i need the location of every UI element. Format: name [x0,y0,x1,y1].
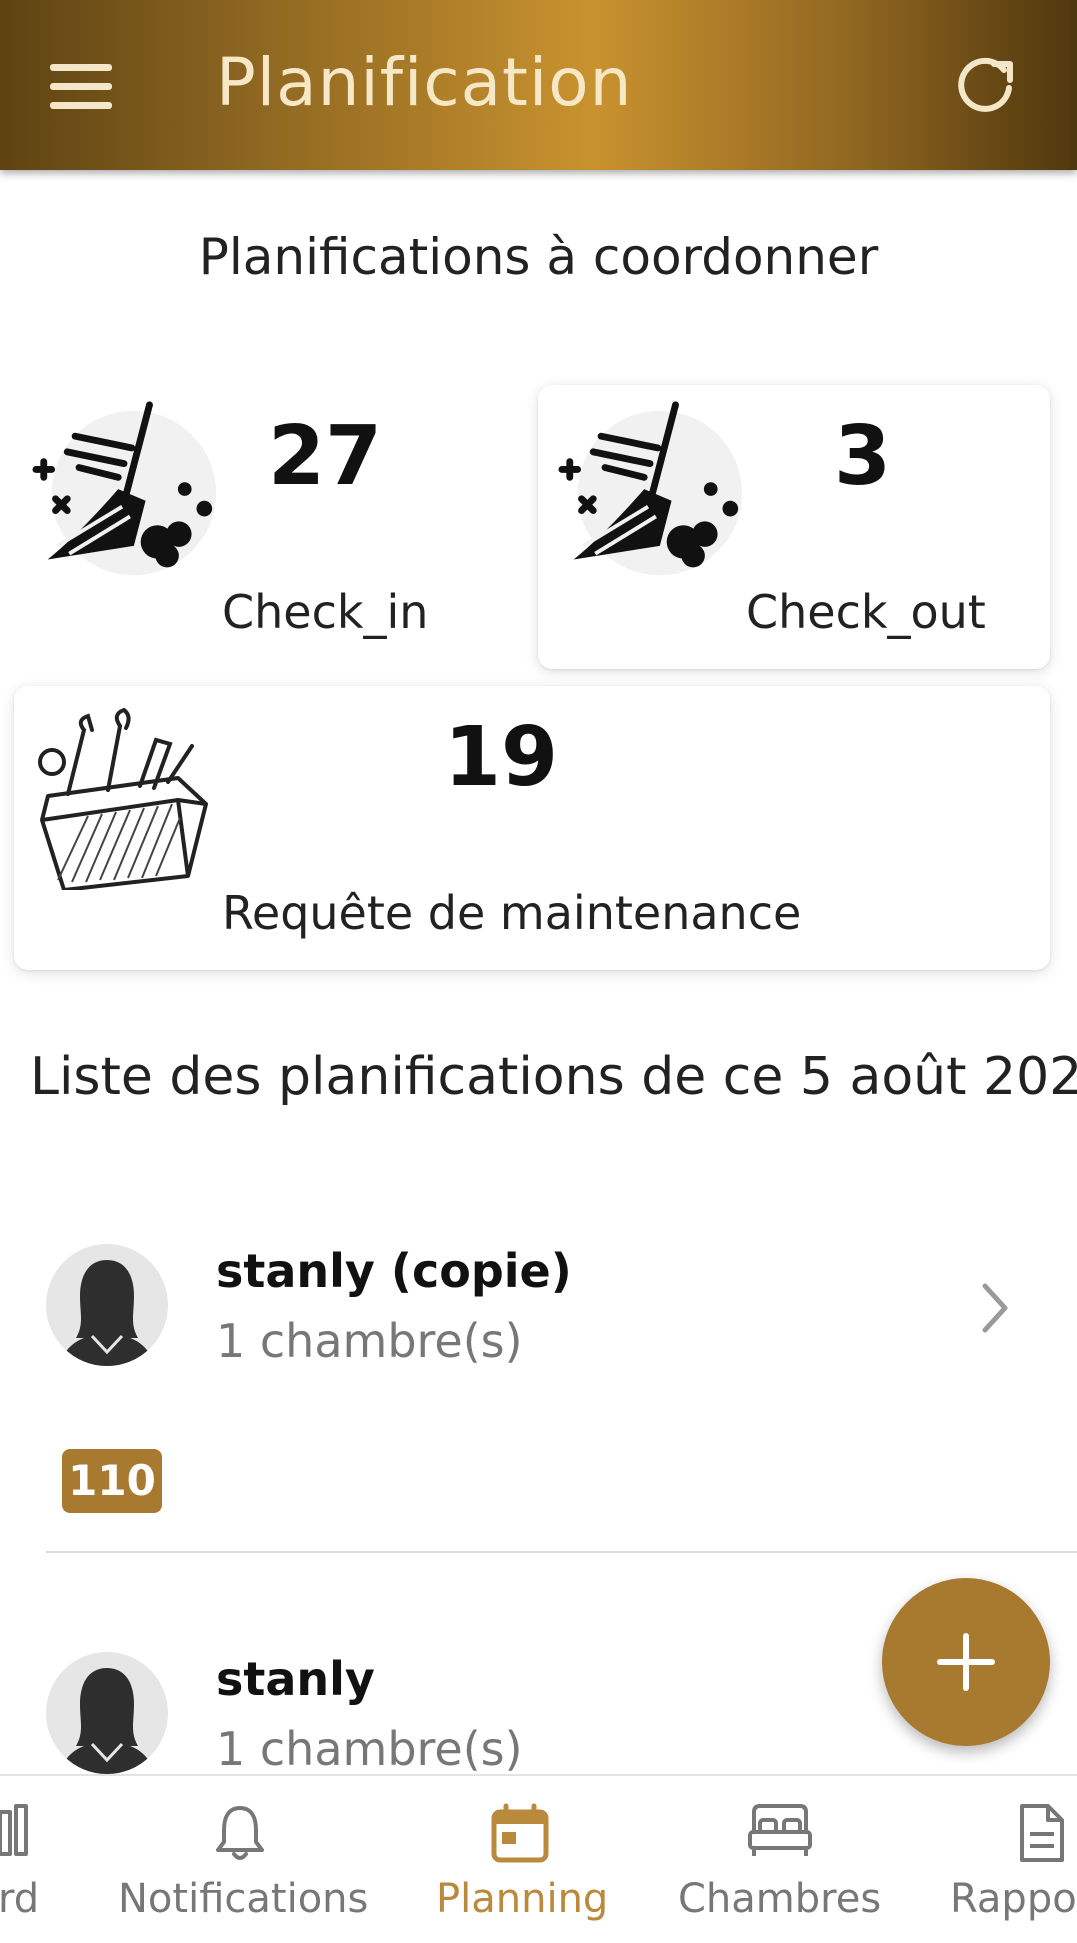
bar-chart-icon [0,1804,28,1856]
broom-cleaning-icon [32,401,217,576]
nav-item-dashboard[interactable]: rd [0,1776,100,1943]
summary-title: Planifications à coordonner [198,228,879,286]
add-planning-button[interactable] [882,1578,1050,1746]
nav-label: Planning [436,1876,609,1922]
maintenance-count: 19 [444,710,559,805]
avatar [46,1244,168,1366]
list-title: Liste des planifications de ce 5 août 20… [30,1047,1077,1107]
bell-icon [216,1806,264,1860]
nav-label: Chambres [678,1876,882,1922]
nav-item-rapports[interactable]: Rappo [948,1776,1077,1943]
plus-icon [937,1633,995,1691]
chevron-right-icon[interactable] [975,1278,1015,1338]
hamburger-menu-icon[interactable] [44,56,118,116]
planner-name: stanly [216,1652,375,1706]
room-count: 1 chambre(s) [216,1722,523,1774]
bottom-navigation: rd Notifications Planning Chambres Rappo [0,1774,1077,1943]
refresh-icon[interactable] [950,50,1020,120]
maintenance-card[interactable]: 19 Requête de maintenance [14,686,1050,970]
room-badge[interactable]: 110 [62,1449,162,1513]
toolbox-icon [38,707,208,890]
divider [46,1551,1077,1553]
checkout-card[interactable]: 3 Check_out [538,385,1050,669]
checkin-count: 27 [268,409,383,504]
avatar [46,1652,168,1774]
calendar-icon [491,1803,549,1863]
list-item[interactable]: stanly (copie) 1 chambre(s) [0,1232,1077,1392]
bed-icon [748,1804,812,1856]
app-header: Planification [0,0,1077,170]
nav-label: rd [0,1876,40,1922]
planner-name: stanly (copie) [216,1244,572,1298]
maintenance-label: Requête de maintenance [222,886,802,940]
checkin-card[interactable]: 27 Check_in [0,385,530,685]
nav-label: Rappo [950,1876,1077,1922]
nav-item-planning[interactable]: Planning [420,1776,620,1943]
room-count: 1 chambre(s) [216,1314,523,1368]
broom-cleaning-icon [558,401,743,576]
checkin-label: Check_in [222,585,429,639]
page-title: Planification [216,44,633,121]
nav-label: Notifications [118,1876,369,1922]
checkout-count: 3 [834,409,892,504]
nav-item-notifications[interactable]: Notifications [110,1776,370,1943]
document-icon [1020,1804,1064,1862]
checkout-label: Check_out [746,585,986,639]
nav-item-chambres[interactable]: Chambres [670,1776,890,1943]
